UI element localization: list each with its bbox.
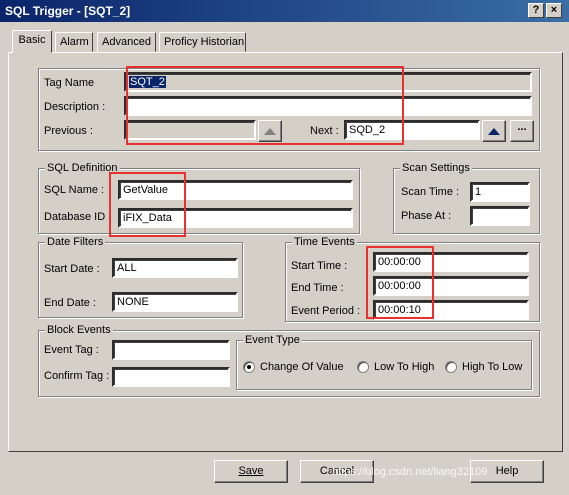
- event-type-legend: Event Type: [243, 334, 302, 346]
- radio-label: Low To High: [374, 361, 435, 373]
- start-date-label: Start Date :: [44, 263, 100, 275]
- event-period-label: Event Period :: [291, 305, 361, 317]
- previous-label: Previous :: [44, 125, 93, 137]
- tab-basic[interactable]: Basic: [12, 30, 52, 53]
- radio-button[interactable]: [445, 361, 457, 373]
- end-date-label: End Date :: [44, 297, 96, 309]
- radio-low-to-high[interactable]: Low To High: [357, 360, 441, 376]
- date-filters-legend: Date Filters: [45, 236, 106, 248]
- radio-label: Change Of Value: [260, 361, 344, 373]
- help-icon-button[interactable]: ?: [528, 3, 544, 18]
- up-arrow-icon: [488, 128, 500, 135]
- radio-label: High To Low: [462, 361, 523, 373]
- radio-button[interactable]: [357, 361, 369, 373]
- start-time-label: Start Time :: [291, 260, 348, 272]
- event-tag-field[interactable]: [112, 340, 230, 360]
- tab-alarm[interactable]: Alarm: [55, 32, 93, 52]
- radio-high-to-low[interactable]: High To Low: [445, 360, 529, 376]
- radio-button[interactable]: [243, 361, 255, 373]
- confirm-tag-label: Confirm Tag :: [44, 370, 110, 382]
- save-button[interactable]: Save: [214, 460, 288, 483]
- window-title: SQL Trigger - [SQT_2]: [5, 4, 131, 18]
- tab-advanced[interactable]: Advanced: [97, 32, 156, 52]
- watermark-text: https://blog.csdn.net/liang32109: [332, 466, 488, 478]
- confirm-tag-field[interactable]: [112, 367, 230, 387]
- phase-at-label: Phase At :: [401, 210, 452, 222]
- scan-settings-legend: Scan Settings: [400, 162, 472, 174]
- description-label: Description :: [44, 101, 106, 113]
- radio-change-of-value[interactable]: Change Of Value: [243, 360, 363, 376]
- time-events-legend: Time Events: [292, 236, 357, 248]
- title-bar: SQL Trigger - [SQT_2] ? ×: [0, 0, 569, 22]
- scan-time-label: Scan Time :: [401, 186, 460, 198]
- tag-name-label: Tag Name: [44, 77, 95, 89]
- next-up-button[interactable]: [482, 120, 506, 142]
- end-time-label: End Time :: [291, 282, 344, 294]
- close-icon-button[interactable]: ×: [546, 3, 562, 18]
- highlight-box-tag: [126, 66, 404, 145]
- tab-proficy-historian[interactable]: Proficy Historian: [159, 32, 246, 52]
- browse-button[interactable]: ...: [510, 120, 534, 142]
- scan-time-field[interactable]: 1: [470, 182, 530, 202]
- block-events-legend: Block Events: [45, 324, 113, 336]
- end-date-field[interactable]: NONE: [112, 292, 238, 312]
- phase-at-field[interactable]: [470, 206, 530, 226]
- highlight-box-sql: [109, 172, 186, 237]
- highlight-box-time: [366, 246, 434, 319]
- start-date-field[interactable]: ALL: [112, 258, 238, 278]
- database-id-label: Database ID: [44, 211, 106, 223]
- save-button-label: Save: [238, 465, 264, 477]
- event-tag-label: Event Tag :: [44, 344, 99, 356]
- sql-name-label: SQL Name :: [44, 184, 105, 196]
